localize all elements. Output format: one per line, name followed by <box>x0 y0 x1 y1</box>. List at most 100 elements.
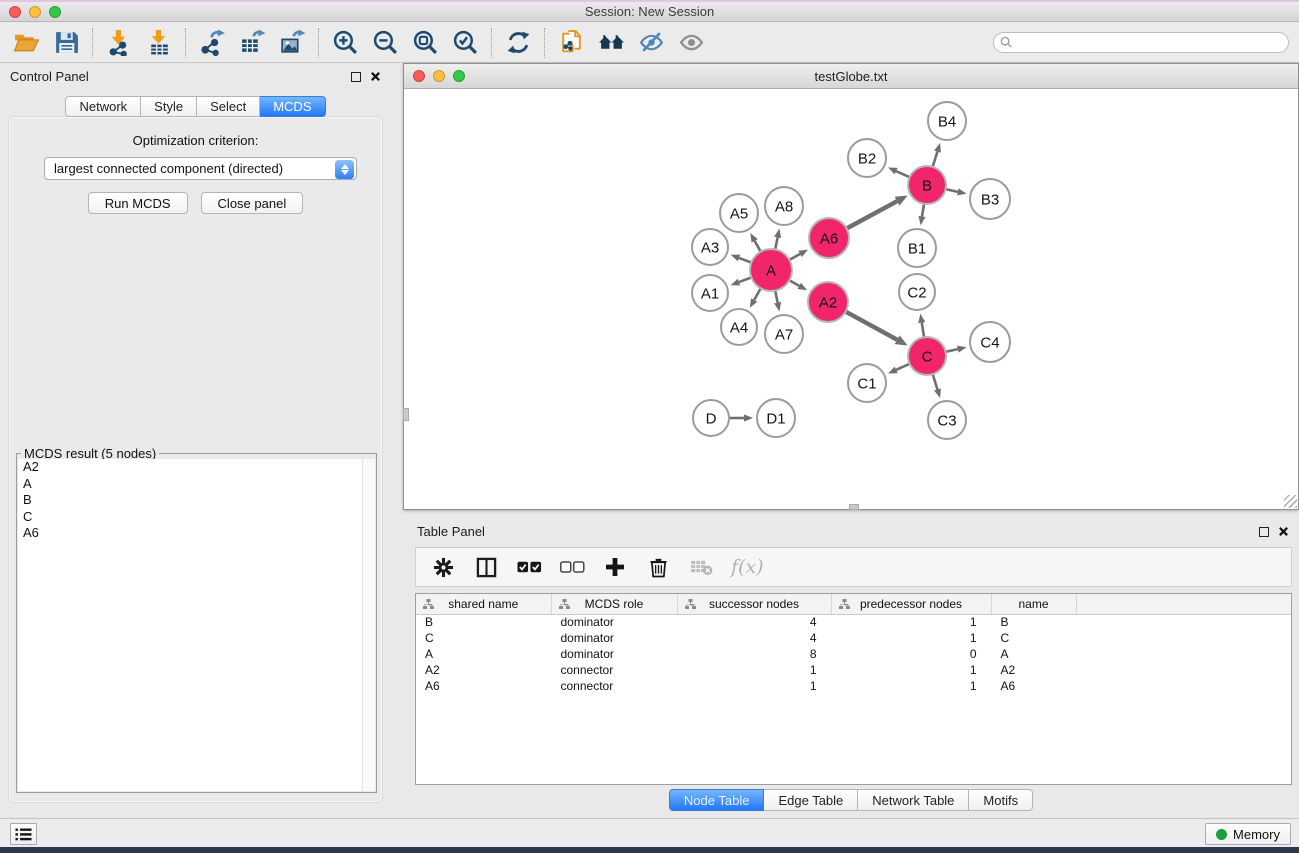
graph-node-A4[interactable]: A4 <box>721 309 757 345</box>
table-cell[interactable]: 1 <box>831 630 991 646</box>
graph-edge-C-C3[interactable] <box>933 374 938 389</box>
table-cell[interactable]: dominator <box>551 646 677 662</box>
table-cell[interactable]: A <box>991 646 1076 662</box>
run-mcds-button[interactable]: Run MCDS <box>88 192 188 214</box>
tab-network-table[interactable]: Network Table <box>858 789 969 811</box>
graph-edge-A-A6[interactable] <box>789 254 800 260</box>
table-cell[interactable]: 1 <box>831 678 991 694</box>
zoom-in-icon[interactable] <box>325 26 365 60</box>
mcds-result-item[interactable]: B <box>18 492 375 509</box>
task-history-button[interactable] <box>10 823 37 845</box>
graph-edge-B-B3[interactable] <box>946 189 958 192</box>
tab-node-table[interactable]: Node Table <box>669 789 765 811</box>
hide-panel-eye-slash-icon[interactable] <box>631 26 671 60</box>
vertical-scroll-thumb[interactable] <box>403 408 409 421</box>
graph-node-A5[interactable]: A5 <box>720 194 758 232</box>
table-cell[interactable]: C <box>416 630 551 646</box>
table-cell[interactable]: B <box>416 614 551 630</box>
column-layout-icon[interactable] <box>473 553 499 581</box>
table-cell[interactable]: A6 <box>416 678 551 694</box>
network-graph[interactable]: B4B2BB3A8A5A6A3B1AA1C2A2A4A7C4CC1C3DD1 <box>404 89 1298 509</box>
mcds-result-item[interactable]: A2 <box>18 459 375 476</box>
graph-edge-C-C4[interactable] <box>946 349 958 352</box>
table-cell[interactable]: A6 <box>991 678 1076 694</box>
col-name[interactable]: name <box>991 594 1076 614</box>
show-panel-eye-icon[interactable] <box>671 26 711 60</box>
open-session-icon[interactable] <box>6 26 46 60</box>
graph-edge-A-A4[interactable] <box>754 288 761 300</box>
graph-edge-A-A3[interactable] <box>739 258 751 263</box>
table-cell[interactable]: 4 <box>677 614 831 630</box>
delete-column-trash-icon[interactable] <box>645 553 671 581</box>
graph-edge-A6-B[interactable] <box>847 201 898 228</box>
import-network-icon[interactable] <box>99 26 139 60</box>
close-panel-icon[interactable] <box>370 71 381 82</box>
mcds-result-item[interactable]: C <box>18 509 375 526</box>
tab-style[interactable]: Style <box>141 96 197 117</box>
graph-node-C3[interactable]: C3 <box>928 401 966 439</box>
refresh-icon[interactable] <box>498 26 538 60</box>
zoom-selected-icon[interactable] <box>445 26 485 60</box>
table-row[interactable]: Adominator80A <box>416 646 1291 662</box>
table-cell[interactable]: 1 <box>677 662 831 678</box>
graph-edge-A-A7[interactable] <box>775 291 777 303</box>
export-network-icon[interactable] <box>192 26 232 60</box>
table-cell[interactable]: 1 <box>831 614 991 630</box>
mcds-result-item[interactable]: A6 <box>18 525 375 542</box>
table-cell[interactable]: 1 <box>677 678 831 694</box>
graph-edge-B-B2[interactable] <box>896 171 909 177</box>
tab-edge-table[interactable]: Edge Table <box>764 789 858 811</box>
graph-node-B1[interactable]: B1 <box>898 229 936 267</box>
mcds-result-item[interactable]: A <box>18 476 375 493</box>
table-row[interactable]: Bdominator41B <box>416 614 1291 630</box>
graph-edge-A-A5[interactable] <box>755 241 761 252</box>
graph-edge-C-C1[interactable] <box>896 364 909 370</box>
home-layout-icon[interactable] <box>591 26 631 60</box>
graph-edge-A-A8[interactable] <box>775 237 777 249</box>
table-cell[interactable]: A2 <box>416 662 551 678</box>
graph-edge-B-B4[interactable] <box>933 152 938 167</box>
tab-motifs[interactable]: Motifs <box>969 789 1033 811</box>
graph-node-A7[interactable]: A7 <box>765 315 803 353</box>
horizontal-scroll-thumb[interactable] <box>849 504 859 510</box>
network-window-titlebar[interactable]: testGlobe.txt <box>404 64 1298 89</box>
table-row[interactable]: A2connector11A2 <box>416 662 1291 678</box>
add-column-icon[interactable] <box>602 553 628 581</box>
graph-node-C[interactable]: C <box>908 337 946 375</box>
col-successor-nodes[interactable]: successor nodes <box>677 594 831 614</box>
table-cell[interactable]: connector <box>551 662 677 678</box>
table-cell[interactable]: A2 <box>991 662 1076 678</box>
table-cell[interactable]: 1 <box>831 662 991 678</box>
settings-gear-icon[interactable] <box>430 553 456 581</box>
table-cell[interactable]: connector <box>551 678 677 694</box>
network-canvas[interactable]: B4B2BB3A8A5A6A3B1AA1C2A2A4A7C4CC1C3DD1 <box>404 89 1298 509</box>
resize-grip[interactable] <box>1284 495 1297 508</box>
table-row[interactable]: Cdominator41C <box>416 630 1291 646</box>
graph-node-A3[interactable]: A3 <box>692 229 728 265</box>
col-shared-name[interactable]: shared name <box>416 594 551 614</box>
table-cell[interactable]: A <box>416 646 551 662</box>
table-row[interactable]: A6connector11A6 <box>416 678 1291 694</box>
memory-button[interactable]: Memory <box>1205 823 1291 845</box>
tab-mcds[interactable]: MCDS <box>260 96 325 117</box>
node-table[interactable]: shared name MCDS role successor nodes pr… <box>415 593 1292 785</box>
graph-edge-A2-C[interactable] <box>846 312 898 340</box>
graph-node-B[interactable]: B <box>908 166 946 204</box>
graph-node-B2[interactable]: B2 <box>848 139 886 177</box>
graph-edge-A-A1[interactable] <box>739 277 751 282</box>
tab-select[interactable]: Select <box>197 96 260 117</box>
float-panel-icon[interactable] <box>351 72 361 82</box>
search-input[interactable] <box>993 32 1289 53</box>
graph-node-A1[interactable]: A1 <box>692 275 728 311</box>
select-all-checked-icon[interactable] <box>516 553 542 581</box>
import-table-icon[interactable] <box>139 26 179 60</box>
table-cell[interactable]: 8 <box>677 646 831 662</box>
scrollbar-track[interactable] <box>362 459 375 791</box>
float-table-panel-icon[interactable] <box>1259 527 1269 537</box>
graph-node-C1[interactable]: C1 <box>848 364 886 402</box>
graph-node-A2[interactable]: A2 <box>808 282 848 322</box>
clone-network-icon[interactable] <box>551 26 591 60</box>
graph-node-D[interactable]: D <box>693 400 729 436</box>
save-session-icon[interactable] <box>46 26 86 60</box>
tab-network[interactable]: Network <box>65 96 141 117</box>
